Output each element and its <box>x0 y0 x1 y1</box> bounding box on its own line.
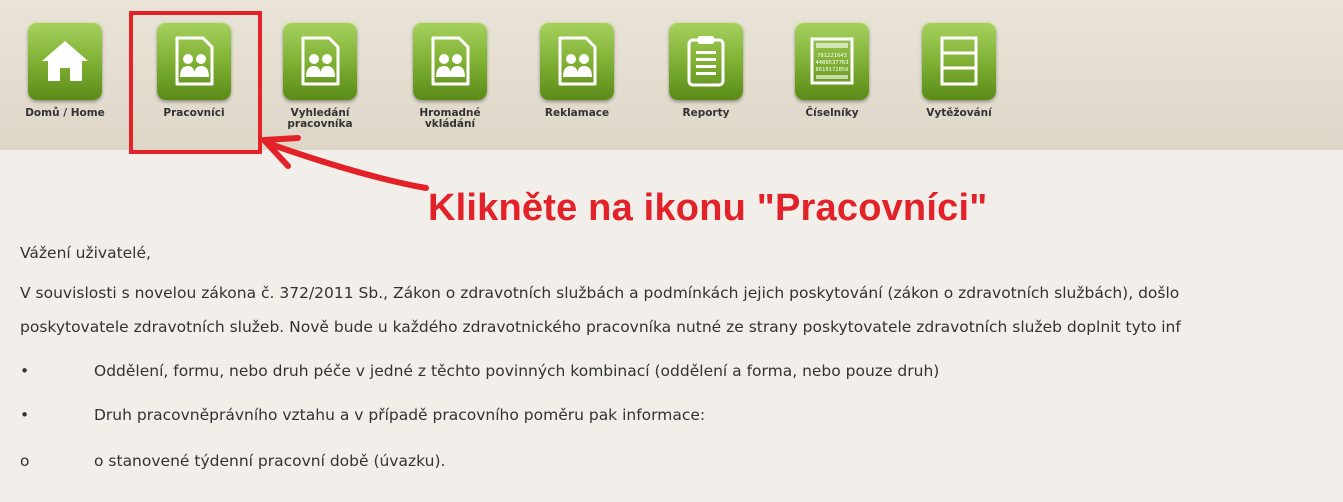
users-document-icon[interactable] <box>283 22 357 100</box>
paragraph-line-1: V souvislosti s novelou zákona č. 372/20… <box>20 284 1180 302</box>
number-list-line-1: 781221643 <box>817 53 847 59</box>
toolbar-item-vytezovani[interactable]: Vytěžování <box>904 22 1014 119</box>
paragraph-line-2: poskytovatele zdravotních služeb. Nově b… <box>20 318 1181 336</box>
users-document-icon[interactable] <box>540 22 614 100</box>
drawer-icon[interactable] <box>922 22 996 100</box>
toolbar-item-reporty[interactable]: Reporty <box>651 22 761 119</box>
number-list-line-2: 4409537763 <box>815 60 848 66</box>
bullet-text: Oddělení, formu, nebo druh péče v jedné … <box>94 362 940 380</box>
number-list-line-3: 8610172856 <box>815 67 848 73</box>
home-icon[interactable] <box>28 22 102 100</box>
toolbar-item-ciselniky-label: Číselníky <box>805 107 859 119</box>
toolbar-item-hromadne-vkladani[interactable]: Hromadné vkládání <box>395 22 505 130</box>
users-document-icon[interactable] <box>413 22 487 100</box>
clipboard-icon[interactable] <box>669 22 743 100</box>
greeting: Vážení uživatelé, <box>20 244 151 262</box>
toolbar-item-home[interactable]: Domů / Home <box>10 22 120 119</box>
number-list-icon[interactable]: 781221643 4409537763 8610172856 <box>795 22 869 100</box>
annotation-text: Klikněte na ikonu "Pracovníci" <box>428 187 988 229</box>
toolbar-item-vytezovani-label: Vytěžování <box>926 107 992 119</box>
toolbar-item-reklamace-label: Reklamace <box>544 107 610 119</box>
toolbar-item-reporty-label: Reporty <box>682 107 730 119</box>
bullet-text: o stanovené týdenní pracovní době (úvazk… <box>94 452 446 470</box>
bullet-marker: • <box>20 406 30 424</box>
annotation-arrow-icon <box>261 135 429 191</box>
toolbar-item-vyhledani-pracovnika[interactable]: Vyhledání pracovníka <box>265 22 375 130</box>
highlight-box <box>129 11 262 154</box>
toolbar-item-reklamace[interactable]: Reklamace <box>522 22 632 119</box>
bullet-marker: • <box>20 362 30 380</box>
bullet-text: Druh pracovněprávního vztahu a v případě… <box>94 406 706 424</box>
bullet-marker: o <box>20 452 30 470</box>
toolbar-item-hromadne-label: Hromadné vkládání <box>419 107 481 130</box>
toolbar-item-ciselniky[interactable]: 781221643 4409537763 8610172856 Číselník… <box>777 22 887 119</box>
toolbar-item-vyhledani-label: Vyhledání pracovníka <box>287 107 353 130</box>
toolbar-item-home-label: Domů / Home <box>25 107 105 119</box>
